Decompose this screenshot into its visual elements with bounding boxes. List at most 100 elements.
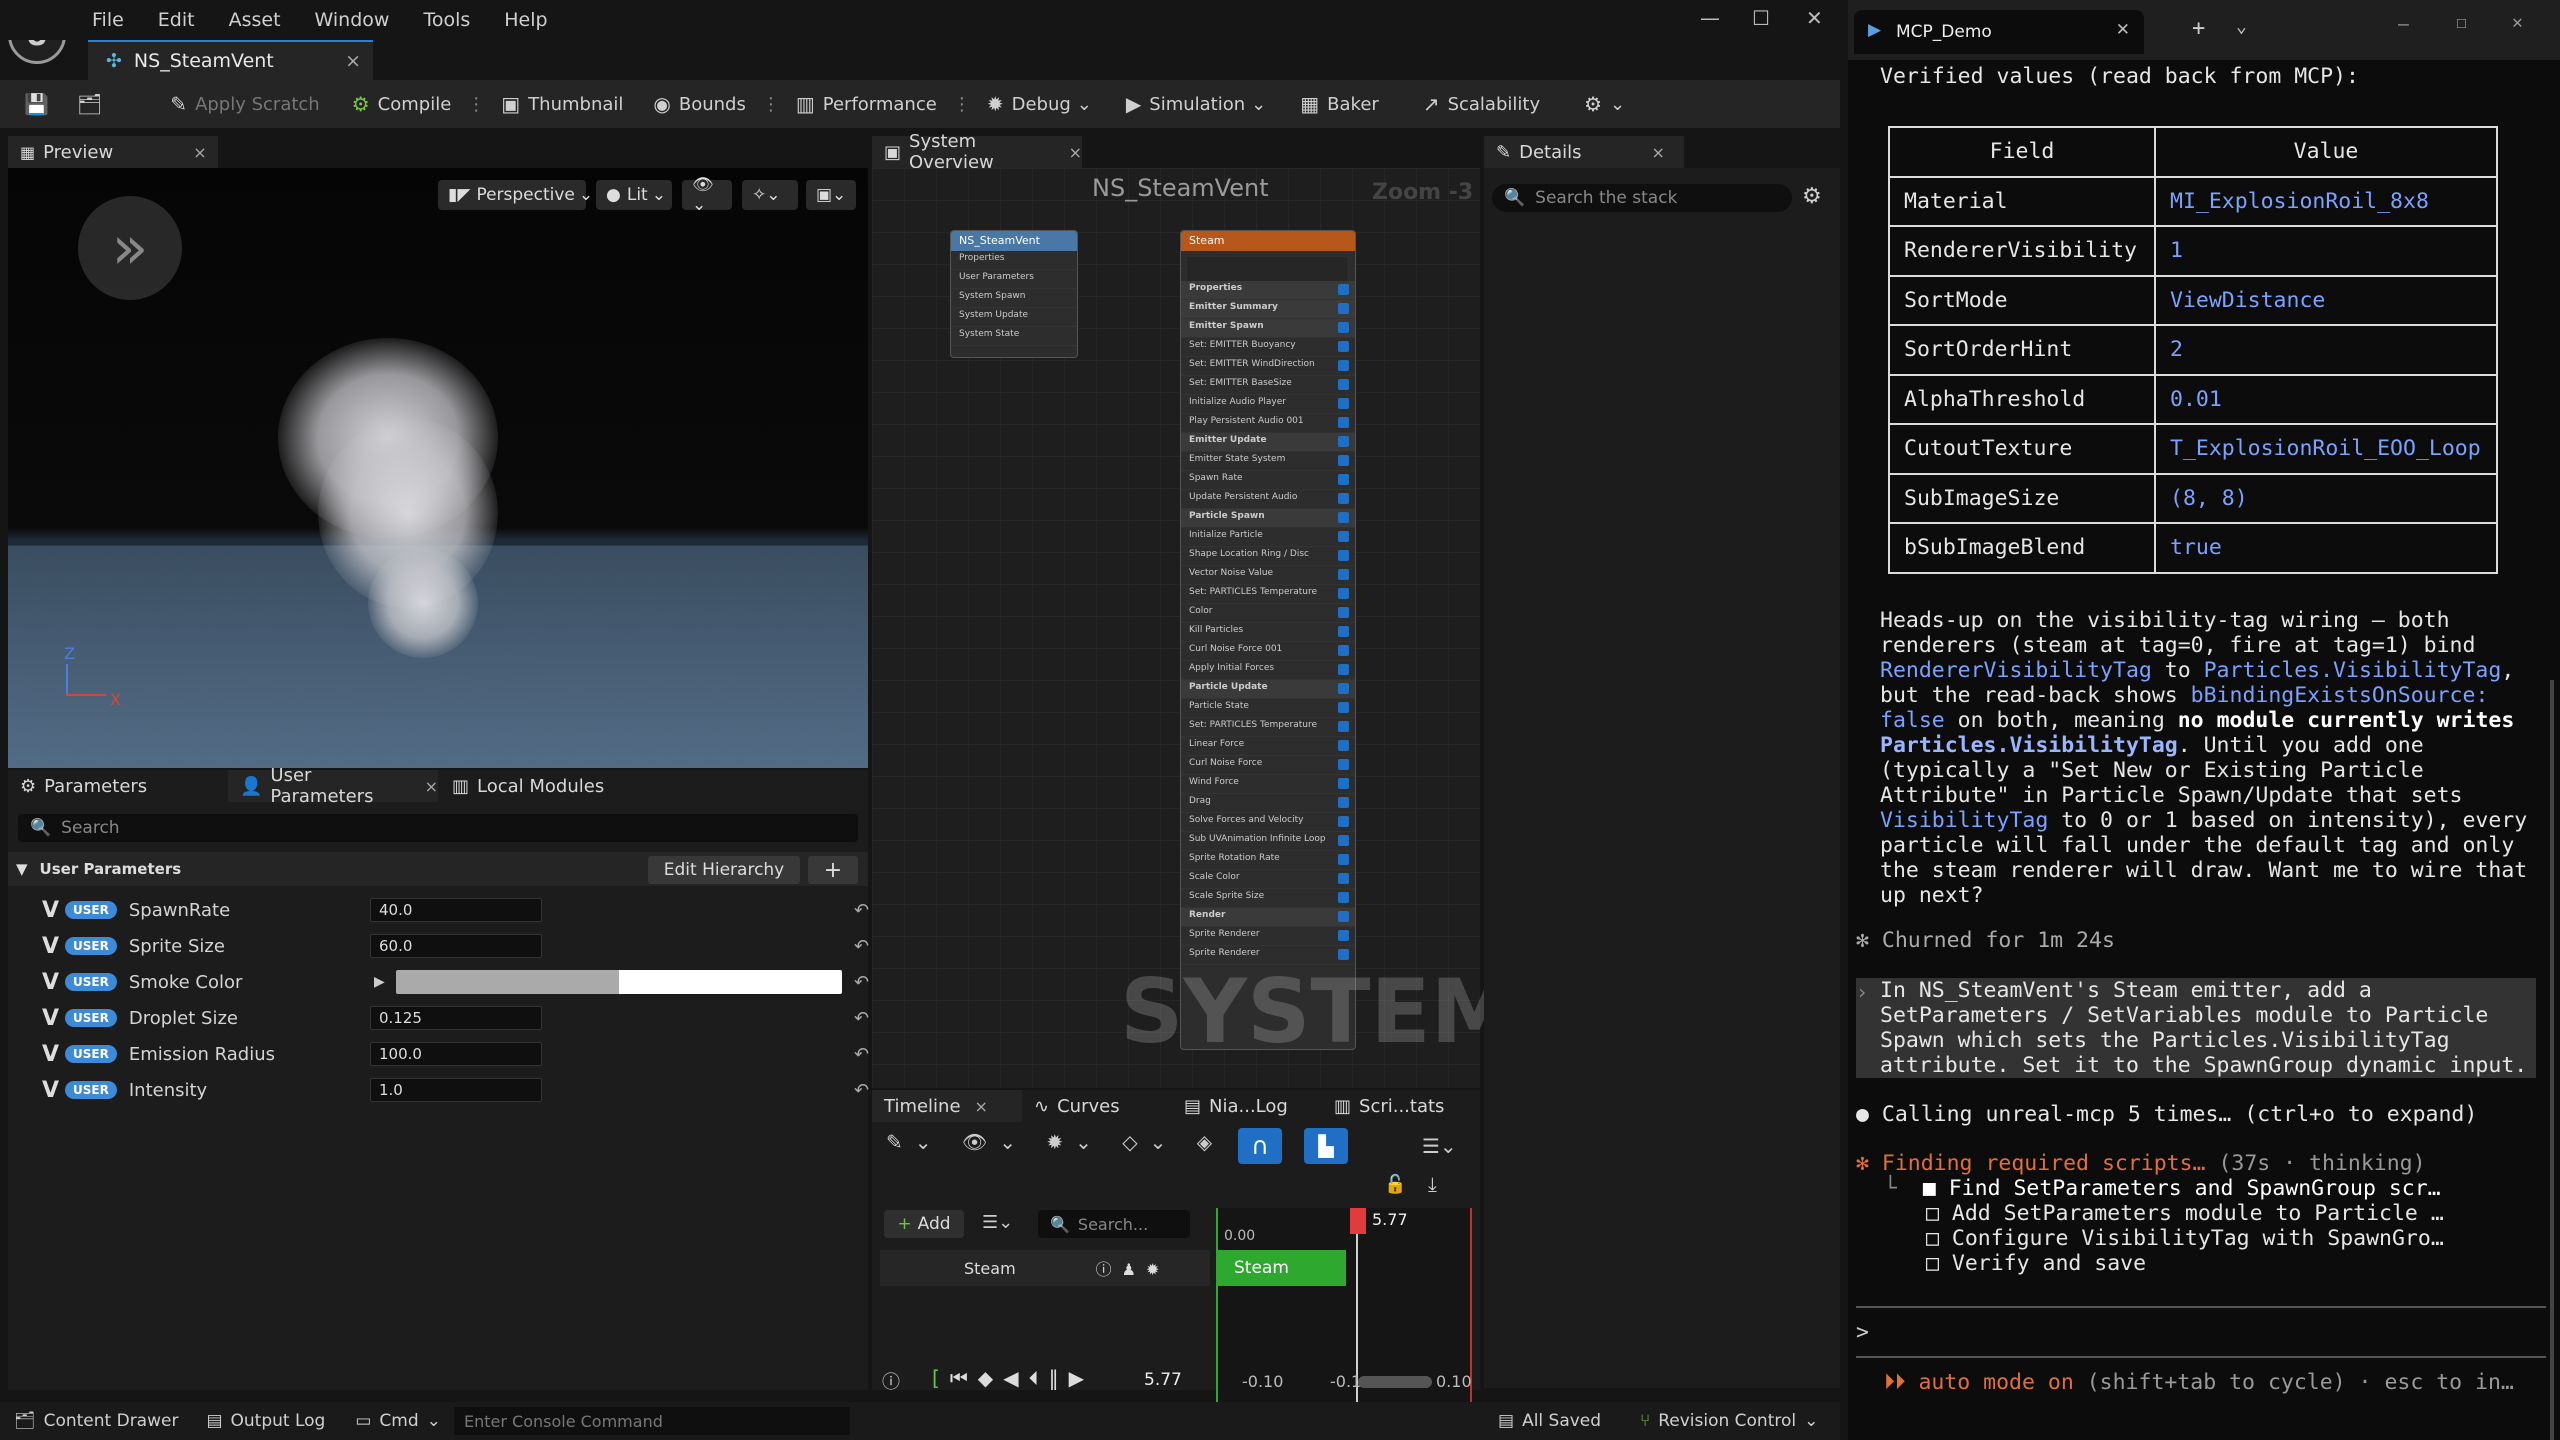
tab-system-overview[interactable]: ▣ System Overview × bbox=[872, 131, 1082, 173]
param-value-input[interactable]: 40.0 bbox=[370, 898, 542, 922]
emitter-stack-row[interactable]: Curl Noise Force bbox=[1181, 756, 1355, 775]
param-value-input[interactable]: 0.125 bbox=[370, 1006, 542, 1030]
param-value-input[interactable]: 100.0 bbox=[370, 1042, 542, 1066]
enabled-checkbox[interactable] bbox=[1338, 740, 1349, 751]
enabled-checkbox[interactable] bbox=[1338, 322, 1349, 333]
browse-icon[interactable]: 🗂 bbox=[67, 92, 120, 116]
menu-edit[interactable]: Edit bbox=[158, 9, 195, 31]
emitter-stack-row[interactable]: Particle Update bbox=[1181, 680, 1355, 699]
reset-icon[interactable]: ↶ bbox=[854, 972, 869, 993]
term-close-icon[interactable]: ✕ bbox=[2512, 12, 2523, 33]
emitter-stack-row[interactable]: Emitter State System bbox=[1181, 452, 1355, 471]
emitter-stack-row[interactable]: Scale Color bbox=[1181, 870, 1355, 889]
enabled-checkbox[interactable] bbox=[1338, 835, 1349, 846]
performance-options-icon[interactable]: ⋮ bbox=[953, 94, 971, 115]
enabled-checkbox[interactable] bbox=[1338, 626, 1349, 637]
menu-asset[interactable]: Asset bbox=[229, 9, 281, 31]
tab-preview[interactable]: ▦ Preview × bbox=[8, 136, 218, 168]
cmd-dropdown[interactable]: ▭ Cmd ⌄ bbox=[355, 1411, 441, 1431]
auto-mode-status[interactable]: ⏵⏵ auto mode on (shift+tab to cycle) · e… bbox=[1884, 1370, 2514, 1395]
apply-scratch-button[interactable]: ✎ Apply Scratch bbox=[160, 92, 329, 116]
details-settings-gear-icon[interactable]: ⚙ bbox=[1802, 184, 1822, 209]
enabled-checkbox[interactable] bbox=[1338, 417, 1349, 428]
play-forward-icon[interactable]: » bbox=[78, 196, 182, 300]
performance-button[interactable]: ▥ Performance bbox=[786, 92, 947, 116]
emitter-stack-row[interactable]: Sub UVAnimation Infinite Loop bbox=[1181, 832, 1355, 851]
menu-tools[interactable]: Tools bbox=[423, 9, 470, 31]
emitter-stack-row[interactable]: Set: EMITTER WindDirection bbox=[1181, 357, 1355, 376]
emitter-stack-row[interactable]: Solve Forces and Velocity bbox=[1181, 813, 1355, 832]
menu-file[interactable]: File bbox=[92, 9, 124, 31]
enabled-checkbox[interactable] bbox=[1338, 303, 1349, 314]
bounds-options-icon[interactable]: ⋮ bbox=[762, 94, 780, 115]
enabled-checkbox[interactable] bbox=[1338, 816, 1349, 827]
enabled-checkbox[interactable] bbox=[1338, 683, 1349, 694]
emitter-stack-row[interactable]: Sprite Rotation Rate bbox=[1181, 851, 1355, 870]
system-node-row[interactable]: System State bbox=[951, 327, 1077, 346]
enabled-checkbox[interactable] bbox=[1338, 892, 1349, 903]
save-icon[interactable]: 💾 bbox=[14, 92, 67, 116]
tab-local-modules[interactable]: ▥ Local Modules bbox=[440, 770, 650, 802]
enabled-checkbox[interactable] bbox=[1338, 379, 1349, 390]
maximize-icon[interactable]: ☐ bbox=[1752, 6, 1770, 30]
enabled-checkbox[interactable] bbox=[1338, 531, 1349, 542]
expand-arrow-icon[interactable]: ▶ bbox=[374, 974, 385, 990]
param-value-input[interactable]: 60.0 bbox=[370, 934, 542, 958]
emitter-stack-row[interactable]: Set: EMITTER BaseSize bbox=[1181, 376, 1355, 395]
close-tab-icon[interactable]: × bbox=[345, 50, 361, 72]
emitter-stack-row[interactable]: Scale Sprite Size bbox=[1181, 889, 1355, 908]
system-node-row[interactable]: System Spawn bbox=[951, 289, 1077, 308]
emitter-node-steam[interactable]: Steam Properties Emitter Summary Emitter S… bbox=[1180, 230, 1356, 1050]
terminal-scrollbar[interactable] bbox=[2550, 680, 2554, 1440]
emitter-stack-row[interactable]: Shape Location Ring / Disc bbox=[1181, 547, 1355, 566]
emitter-stack-row[interactable]: Play Persistent Audio 001 bbox=[1181, 414, 1355, 433]
enabled-checkbox[interactable] bbox=[1338, 360, 1349, 371]
steam-clip[interactable]: Steam bbox=[1218, 1250, 1346, 1286]
tab-timeline[interactable]: Timeline × bbox=[872, 1090, 1022, 1122]
system-node-row[interactable]: System Update bbox=[951, 308, 1077, 327]
emitter-stack-row[interactable]: Render bbox=[1181, 908, 1355, 927]
prompt-input[interactable]: > bbox=[1856, 1320, 1869, 1345]
viewport-layout-icon[interactable]: ▣⌄ bbox=[806, 180, 856, 210]
smoke-color-swatch[interactable] bbox=[396, 970, 842, 994]
enabled-checkbox[interactable] bbox=[1338, 759, 1349, 770]
tab-curves[interactable]: ∿ Curves bbox=[1022, 1090, 1172, 1122]
calling-tool-status[interactable]: ● Calling unreal-mcp 5 times… (ctrl+o to… bbox=[1856, 1102, 2477, 1127]
close-system-overview-icon[interactable]: × bbox=[1069, 143, 1082, 162]
emitter-stack-row[interactable]: Sprite Renderer bbox=[1181, 927, 1355, 946]
thumbnail-button[interactable]: ▣ Thumbnail bbox=[491, 92, 633, 116]
enabled-checkbox[interactable] bbox=[1338, 512, 1349, 523]
debug-button[interactable]: ✹ Debug ⌄ bbox=[977, 92, 1102, 116]
edit-hierarchy-button[interactable]: Edit Hierarchy bbox=[648, 856, 800, 884]
emitter-stack-row[interactable]: Emitter Spawn bbox=[1181, 319, 1355, 338]
enabled-checkbox[interactable] bbox=[1338, 778, 1349, 789]
track-icons[interactable]: ⓘ♟✹ bbox=[1096, 1256, 1170, 1280]
snap-magnet-icon[interactable]: ∩ bbox=[1238, 1128, 1282, 1164]
simulation-button[interactable]: ▶ Simulation ⌄ bbox=[1116, 92, 1276, 116]
reset-icon[interactable]: ↶ bbox=[854, 1044, 869, 1065]
close-terminal-tab-icon[interactable]: ✕ bbox=[2116, 20, 2130, 40]
term-maximize-icon[interactable]: ☐ bbox=[2456, 12, 2467, 33]
playhead-handle[interactable] bbox=[1350, 1208, 1366, 1234]
tab-dropdown-icon[interactable]: ⌄ bbox=[2236, 16, 2247, 37]
enabled-checkbox[interactable] bbox=[1338, 493, 1349, 504]
emitter-stack-row[interactable]: Drag bbox=[1181, 794, 1355, 813]
perspective-dropdown[interactable]: ▮◤ Perspective ⌄ bbox=[438, 180, 593, 210]
emitter-stack-row[interactable]: Vector Noise Value bbox=[1181, 566, 1355, 585]
tab-ns-steamvent[interactable]: ✣ NS_SteamVent × bbox=[88, 40, 373, 80]
reset-icon[interactable]: ↶ bbox=[854, 900, 869, 921]
system-node-row[interactable]: User Parameters bbox=[951, 270, 1077, 289]
tab-details[interactable]: ✎ Details × bbox=[1484, 136, 1684, 168]
enabled-checkbox[interactable] bbox=[1338, 949, 1349, 960]
enabled-checkbox[interactable] bbox=[1338, 569, 1349, 580]
emitter-stack-row[interactable]: Initialize Audio Player bbox=[1181, 395, 1355, 414]
preview-viewport[interactable]: » Z X bbox=[8, 168, 868, 768]
lit-dropdown[interactable]: ● Lit ⌄ bbox=[596, 180, 672, 210]
reset-icon[interactable]: ↶ bbox=[854, 1008, 869, 1029]
reset-icon[interactable]: ↶ bbox=[854, 1080, 869, 1101]
output-log-button[interactable]: ▤ Output Log bbox=[206, 1411, 325, 1431]
timeline-menu-icon[interactable]: ☰⌄ bbox=[1422, 1134, 1457, 1158]
bounds-button[interactable]: ◉ Bounds bbox=[643, 92, 755, 116]
add-parameter-button[interactable]: + bbox=[808, 856, 858, 884]
enabled-checkbox[interactable] bbox=[1338, 930, 1349, 941]
